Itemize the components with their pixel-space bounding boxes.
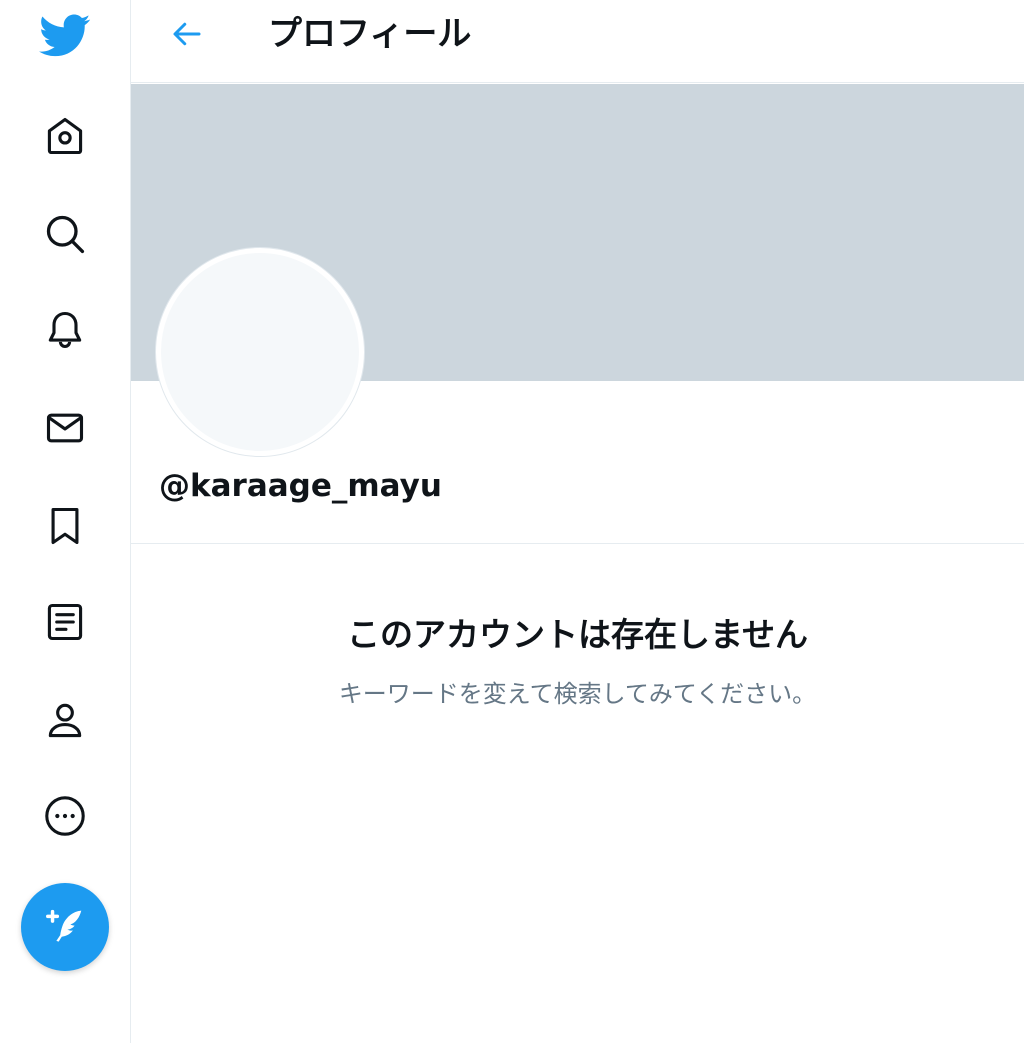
back-button[interactable] bbox=[159, 8, 215, 64]
compose-tweet-icon bbox=[42, 902, 88, 952]
profile-handle: @karaage_mayu bbox=[159, 468, 442, 504]
sidebar-item-notifications[interactable] bbox=[25, 290, 105, 370]
bookmark-icon bbox=[43, 504, 87, 548]
search-icon bbox=[43, 212, 87, 256]
app-root: プロフィール @karaage_mayu このアカウントは存在しません キーワー… bbox=[0, 0, 1024, 1043]
list-icon bbox=[43, 600, 87, 644]
arrow-left-icon bbox=[169, 16, 205, 56]
sidebar-item-messages[interactable] bbox=[25, 388, 105, 468]
empty-state-subtitle: キーワードを変えて検索してみてください。 bbox=[338, 680, 817, 708]
sidebar-item-lists[interactable] bbox=[25, 582, 105, 662]
twitter-bird-icon bbox=[39, 14, 91, 58]
home-icon bbox=[43, 114, 87, 158]
sidebar-item-bookmarks[interactable] bbox=[25, 486, 105, 566]
sidebar-item-home[interactable] bbox=[25, 96, 105, 176]
sidebar-item-more[interactable] bbox=[25, 776, 105, 856]
more-icon bbox=[42, 793, 88, 839]
page-header: プロフィール bbox=[131, 0, 1024, 83]
sidebar-nav bbox=[0, 0, 131, 1043]
sidebar-item-profile[interactable] bbox=[25, 680, 105, 760]
page-title: プロフィール bbox=[268, 14, 472, 54]
sidebar-item-explore[interactable] bbox=[25, 194, 105, 274]
main-column: プロフィール @karaage_mayu このアカウントは存在しません キーワー… bbox=[131, 0, 1024, 1043]
bell-icon bbox=[43, 308, 87, 352]
empty-state-title: このアカウントは存在しません bbox=[346, 615, 808, 654]
divider bbox=[131, 543, 1024, 544]
compose-tweet-button[interactable] bbox=[21, 883, 109, 971]
mail-icon bbox=[43, 406, 87, 450]
sidebar-item-logo[interactable] bbox=[25, 0, 105, 76]
avatar bbox=[156, 248, 364, 456]
person-icon bbox=[43, 698, 87, 742]
